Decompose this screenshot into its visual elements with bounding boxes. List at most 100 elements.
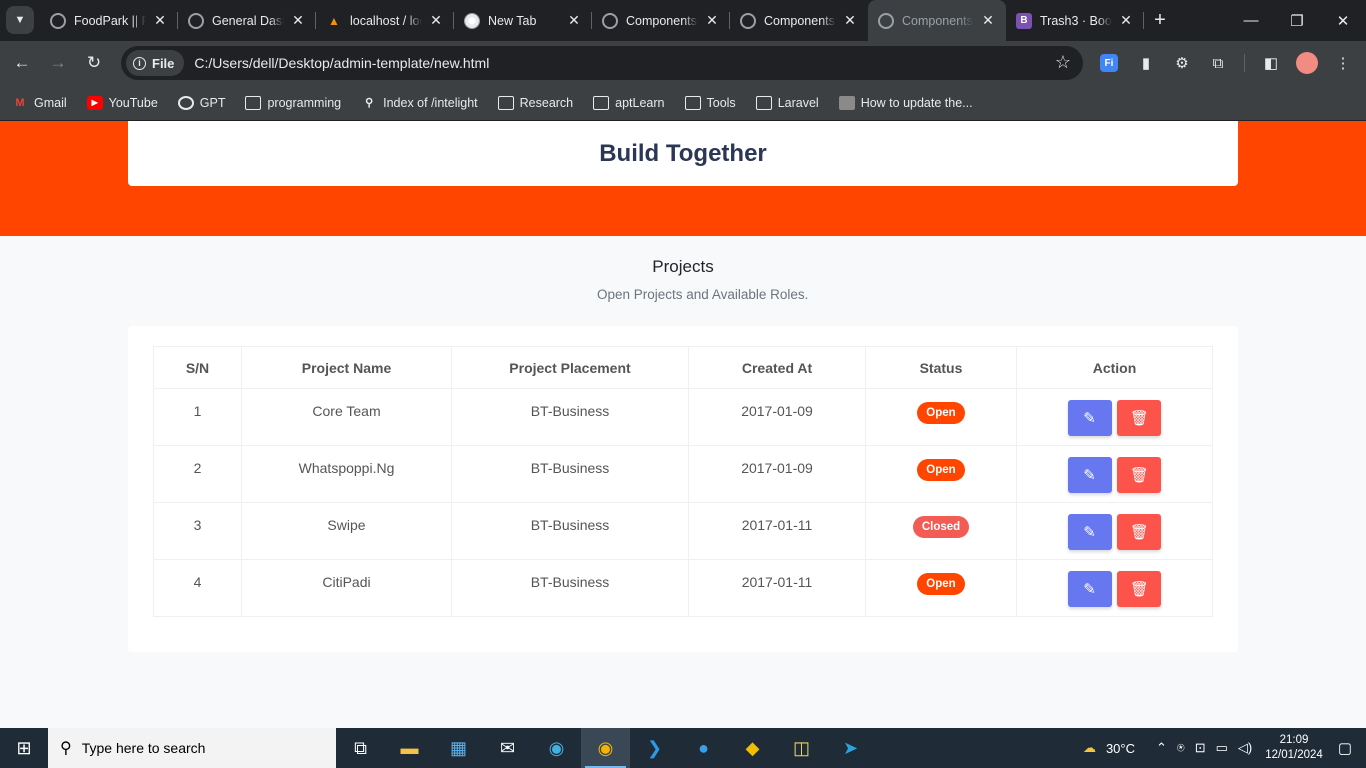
notifications-icon[interactable]: ▢ bbox=[1338, 739, 1352, 757]
extensions-puzzle-icon[interactable]: ⧉ bbox=[1206, 51, 1230, 75]
taskbar-app-mail[interactable]: ✉ bbox=[483, 728, 532, 768]
tab-title: General Dashboard bbox=[212, 13, 284, 28]
clock[interactable]: 21:09 12/01/2024 bbox=[1265, 733, 1323, 763]
close-icon[interactable]: ✕ bbox=[290, 12, 306, 29]
extension-gear-icon[interactable]: ⚙ bbox=[1170, 51, 1194, 75]
bookmark-programming[interactable]: programming bbox=[245, 95, 341, 110]
hero-title: Build Together bbox=[599, 139, 767, 167]
close-icon[interactable]: ✕ bbox=[980, 12, 996, 29]
menu-kebab-icon[interactable]: ⋮ bbox=[1331, 51, 1355, 75]
edit-button[interactable]: ✎ bbox=[1067, 571, 1112, 607]
taskbar-app-paint[interactable]: ● bbox=[679, 728, 728, 768]
task-view-button[interactable]: ⧉ bbox=[336, 728, 385, 768]
side-panel-icon[interactable]: ◧ bbox=[1259, 51, 1283, 75]
close-icon: ✕ bbox=[1336, 12, 1350, 30]
network-icon[interactable]: ⊡ bbox=[1195, 740, 1206, 756]
chevron-up-icon[interactable]: ⌃ bbox=[1156, 740, 1167, 756]
youtube-icon: ▶ bbox=[86, 95, 103, 110]
edit-button[interactable]: ✎ bbox=[1067, 514, 1112, 550]
column-header-status: Status bbox=[865, 346, 1017, 389]
bookmark-label: How to update the... bbox=[860, 95, 973, 110]
close-window-button[interactable]: ✕ bbox=[1320, 0, 1366, 41]
restore-button[interactable]: ❐ bbox=[1274, 0, 1320, 41]
tab-title: localhost / localhost bbox=[350, 13, 422, 28]
tab-search-button[interactable]: ▼ bbox=[6, 6, 34, 34]
start-button[interactable]: ⊞ bbox=[0, 728, 48, 768]
browser-tab[interactable]: New Tab ✕ bbox=[454, 0, 592, 41]
browser-tab[interactable]: Components ✕ bbox=[730, 0, 868, 41]
restore-icon: ❐ bbox=[1290, 12, 1304, 30]
extension-docs-icon[interactable]: ▮ bbox=[1134, 51, 1158, 75]
bookmark-laravel[interactable]: Laravel bbox=[755, 95, 819, 110]
extension-fi-icon[interactable]: Fi bbox=[1100, 54, 1118, 72]
forward-button[interactable]: → bbox=[44, 49, 72, 77]
weather-temperature[interactable]: 30°C bbox=[1106, 741, 1135, 756]
edit-button[interactable]: ✎ bbox=[1067, 457, 1112, 493]
bookmark-intelight[interactable]: ⚲ Index of /intelight bbox=[361, 96, 478, 110]
bookmark-youtube[interactable]: ▶ YouTube bbox=[86, 95, 158, 110]
bookmark-gpt[interactable]: GPT bbox=[177, 95, 225, 110]
close-icon[interactable]: ✕ bbox=[704, 12, 720, 29]
minimize-button[interactable]: — bbox=[1228, 0, 1274, 41]
bookmark-gmail[interactable]: M Gmail bbox=[12, 96, 66, 110]
hero-card: Build Together bbox=[128, 121, 1238, 186]
url-text[interactable]: C:/Users/dell/Desktop/admin-template/new… bbox=[194, 55, 489, 71]
mail-icon: ✉ bbox=[499, 737, 516, 758]
tab-title: Trash3 · Bootstrap bbox=[1040, 13, 1112, 28]
page-viewport: Build Together Projects Open Projects an… bbox=[0, 121, 1366, 728]
delete-button[interactable]: 🗑 bbox=[1117, 514, 1162, 550]
taskbar-app-vscode[interactable]: ❯ bbox=[630, 728, 679, 768]
tab-title: Components bbox=[764, 13, 835, 28]
browser-tab[interactable]: FoodPark || Restaurant ✕ bbox=[40, 0, 178, 41]
volume-icon[interactable]: ◁) bbox=[1238, 740, 1252, 756]
browser-tab[interactable]: General Dashboard ✕ bbox=[178, 0, 316, 41]
projects-table: S/N Project Name Project Placement Creat… bbox=[153, 346, 1213, 617]
browser-tab-active[interactable]: Components ✕ bbox=[868, 0, 1006, 41]
back-button[interactable]: ← bbox=[8, 49, 36, 77]
taskbar-app-store[interactable]: ▦ bbox=[434, 728, 483, 768]
profile-avatar[interactable] bbox=[1296, 52, 1318, 74]
taskbar-search[interactable]: ⚲ Type here to search bbox=[48, 728, 336, 768]
sync-icon[interactable]: ⍟ bbox=[1177, 740, 1185, 756]
taskbar-app-tool[interactable]: ◫ bbox=[777, 728, 826, 768]
page-icon: ⚲ bbox=[365, 97, 374, 109]
bookmark-research[interactable]: Research bbox=[497, 95, 573, 110]
trash-icon: 🗑 bbox=[1129, 410, 1149, 427]
bookmark-star-icon[interactable]: ☆ bbox=[1055, 52, 1071, 73]
new-tab-button[interactable]: + bbox=[1144, 0, 1176, 41]
bookmark-how-to-update[interactable]: How to update the... bbox=[838, 95, 973, 110]
close-icon[interactable]: ✕ bbox=[1118, 12, 1134, 29]
taskbar-app-telegram[interactable]: ➤ bbox=[826, 728, 875, 768]
delete-button[interactable]: 🗑 bbox=[1117, 457, 1162, 493]
close-icon[interactable]: ✕ bbox=[152, 12, 168, 29]
app-icon: ◫ bbox=[792, 737, 810, 758]
bookmarks-bar: M Gmail ▶ YouTube GPT programming ⚲ Index o… bbox=[0, 85, 1366, 121]
browser-tab[interactable]: B Trash3 · Bootstrap ✕ bbox=[1006, 0, 1144, 41]
table-header-row: S/N Project Name Project Placement Creat… bbox=[153, 346, 1213, 389]
taskbar-app-explorer[interactable]: ▬ bbox=[385, 728, 434, 768]
close-icon[interactable]: ✕ bbox=[842, 12, 858, 29]
site-info-chip[interactable]: i File bbox=[126, 50, 185, 76]
browser-tab[interactable]: Components ✕ bbox=[592, 0, 730, 41]
delete-button[interactable]: 🗑 bbox=[1117, 400, 1162, 436]
edit-button[interactable]: ✎ bbox=[1067, 400, 1112, 436]
display-icon[interactable]: ▭ bbox=[1216, 740, 1228, 756]
toolbar-divider bbox=[1244, 54, 1245, 72]
tab-title: FoodPark || Restaurant bbox=[74, 13, 146, 28]
tab-list: FoodPark || Restaurant ✕ General Dashboar… bbox=[40, 0, 1176, 41]
column-header-project-name: Project Name bbox=[241, 346, 452, 389]
address-bar[interactable]: i File C:/Users/dell/Desktop/admin-templa… bbox=[121, 46, 1083, 80]
taskbar-app-chrome[interactable]: ◉ bbox=[581, 728, 630, 768]
weather-icon[interactable]: ☁ bbox=[1083, 740, 1096, 756]
reload-button[interactable]: ↻ bbox=[80, 49, 108, 77]
delete-button[interactable]: 🗑 bbox=[1117, 571, 1162, 607]
status-badge: Closed bbox=[912, 516, 970, 538]
close-icon[interactable]: ✕ bbox=[566, 12, 582, 29]
browser-tab[interactable]: ▲ localhost / localhost ✕ bbox=[316, 0, 454, 41]
bookmark-aptlearn[interactable]: aptLearn bbox=[593, 95, 665, 110]
taskbar-app-edge[interactable]: ◉ bbox=[532, 728, 581, 768]
close-icon[interactable]: ✕ bbox=[428, 12, 444, 29]
bookmark-tools[interactable]: Tools bbox=[684, 95, 736, 110]
taskbar-app-git[interactable]: ◆ bbox=[728, 728, 777, 768]
telegram-icon: ➤ bbox=[842, 737, 859, 758]
